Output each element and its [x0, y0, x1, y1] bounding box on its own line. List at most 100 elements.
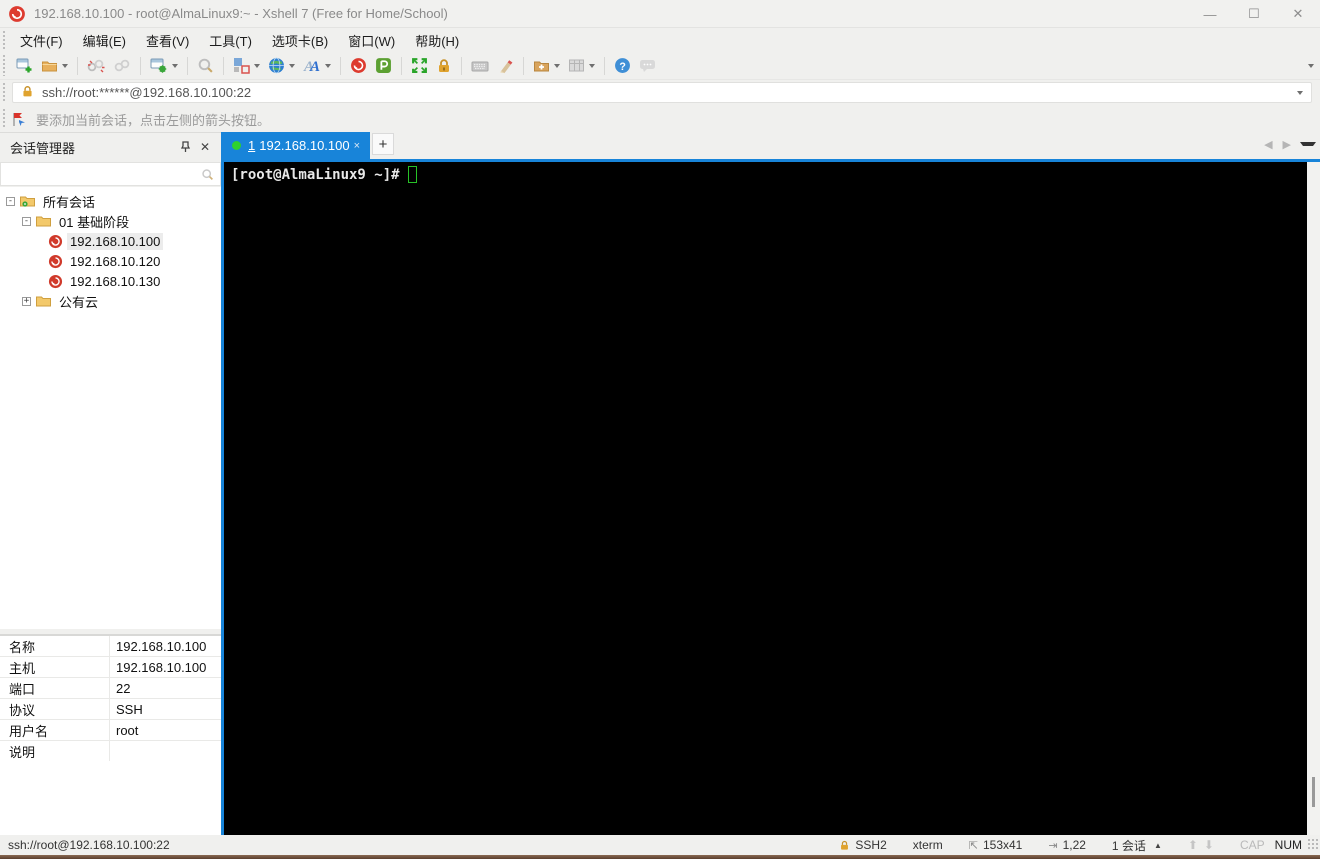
menu-tab[interactable]: 选项卡(B)	[262, 28, 338, 53]
status-protocol: SSH2	[826, 838, 899, 852]
session-tree: - 所有会话 - 01 基础阶段 192.168.10.100 192.168.…	[0, 187, 221, 629]
title-bar: 192.168.10.100 - root@AlmaLinux9:~ - Xsh…	[0, 0, 1320, 28]
collapse-icon[interactable]: -	[6, 196, 15, 206]
session-search-input[interactable]	[1, 164, 201, 184]
terminal-scrollbar[interactable]	[1307, 162, 1320, 835]
menubar-grip[interactable]	[2, 31, 6, 49]
toolbar-overflow-dropdown[interactable]	[1308, 64, 1314, 68]
scrollbar-thumb[interactable]	[1312, 777, 1315, 807]
window-resize-grip[interactable]	[1307, 838, 1319, 850]
status-bar: ssh://root@192.168.10.100:22 SSH2 xterm …	[0, 835, 1320, 855]
tree-item-folder-cloud[interactable]: + 公有云	[0, 291, 221, 311]
feedback-button[interactable]	[636, 56, 660, 76]
infobar-grip[interactable]	[2, 109, 6, 129]
menu-edit[interactable]: 编辑(E)	[73, 28, 136, 53]
xshell-button[interactable]	[347, 55, 370, 76]
lock-icon	[436, 58, 452, 74]
tab-scroll-left-icon[interactable]: ◀	[1259, 138, 1277, 151]
new-tab-folder-dropdown[interactable]	[554, 63, 560, 68]
prop-label: 说明	[0, 741, 110, 761]
new-session-button[interactable]	[13, 55, 36, 76]
menu-bar: 文件(F) 编辑(E) 查看(V) 工具(T) 选项卡(B) 窗口(W) 帮助(…	[0, 28, 1320, 52]
highlight-pen-button[interactable]	[494, 55, 517, 76]
disconnect-button[interactable]	[84, 56, 108, 76]
menu-window[interactable]: 窗口(W)	[338, 28, 405, 53]
encoding-button[interactable]	[265, 55, 298, 76]
prop-label: 名称	[0, 636, 110, 656]
layout-button[interactable]	[230, 55, 263, 76]
pin-icon[interactable]	[175, 137, 195, 157]
tree-item-all-sessions[interactable]: - 所有会话	[0, 191, 221, 211]
tree-label: 01 基础阶段	[59, 214, 130, 230]
status-terminal-type[interactable]: xterm	[900, 838, 956, 852]
addressbar-grip[interactable]	[2, 83, 6, 103]
xshell-session-icon	[48, 254, 63, 269]
help-icon: ?	[614, 57, 631, 74]
tree-label: 192.168.10.130	[70, 273, 161, 289]
tab-list-dropdown[interactable]	[1300, 142, 1316, 146]
new-tab-folder-button[interactable]	[530, 56, 563, 76]
tree-label: 所有会话	[43, 194, 96, 210]
maximize-button[interactable]: ☐	[1232, 0, 1276, 28]
toolbar-grip[interactable]	[2, 55, 6, 76]
tab-scroll-right-icon[interactable]: ▶	[1278, 138, 1296, 151]
font-dropdown[interactable]	[325, 63, 331, 68]
tab-close-icon[interactable]: ×	[352, 140, 362, 152]
encoding-dropdown[interactable]	[289, 63, 295, 68]
table-row: 名称 192.168.10.100	[0, 636, 221, 657]
help-button[interactable]: ?	[611, 55, 634, 76]
next-session-icon[interactable]: ⬇	[1204, 838, 1214, 852]
tree-item-session-120[interactable]: 192.168.10.120	[0, 251, 221, 271]
open-session-dropdown[interactable]	[62, 63, 68, 68]
session-properties-button[interactable]	[147, 55, 181, 76]
virtual-keyboard-button[interactable]	[468, 56, 492, 76]
minimize-button[interactable]: —	[1188, 0, 1232, 28]
collapse-icon[interactable]: -	[22, 216, 31, 226]
reconnect-button[interactable]	[110, 56, 134, 76]
fullscreen-button[interactable]	[408, 55, 431, 76]
session-list-toggle-icon[interactable]: ▲	[1154, 841, 1162, 850]
session-properties-dropdown[interactable]	[172, 63, 178, 68]
terminal-cursor	[407, 166, 417, 183]
tree-item-session-100[interactable]: 192.168.10.100	[0, 231, 221, 251]
address-dropdown[interactable]	[1297, 90, 1303, 95]
prop-value: SSH	[116, 701, 143, 717]
tab-arrange-button[interactable]	[565, 56, 598, 76]
terminal-screen[interactable]: [root@AlmaLinux9 ~]#	[224, 162, 1307, 835]
cursor-position-icon: ⇥	[1048, 839, 1058, 852]
fullscreen-icon	[411, 57, 428, 74]
open-session-button[interactable]	[38, 56, 71, 76]
lock-screen-button[interactable]	[433, 56, 455, 76]
address-field[interactable]: ssh://root:******@192.168.10.100:22	[12, 82, 1312, 103]
flag-arrow-icon	[12, 112, 28, 127]
find-button[interactable]	[194, 55, 217, 76]
table-row: 说明	[0, 741, 221, 762]
menu-tools[interactable]: 工具(T)	[199, 28, 262, 53]
folder-icon	[35, 214, 52, 229]
folder-gear-icon	[19, 194, 36, 209]
status-session-count[interactable]: 1 会话 ▲	[1099, 837, 1175, 854]
menu-help[interactable]: 帮助(H)	[405, 28, 469, 53]
prev-session-icon[interactable]: ⬆	[1188, 838, 1198, 852]
expand-icon[interactable]: +	[22, 296, 31, 306]
new-tab-button[interactable]: +	[372, 133, 394, 155]
menu-file[interactable]: 文件(F)	[10, 28, 73, 53]
tree-item-session-130[interactable]: 192.168.10.130	[0, 271, 221, 291]
prop-value: 192.168.10.100	[116, 638, 207, 654]
session-properties-table: 名称 192.168.10.100 主机 192.168.10.100 端口 2…	[0, 634, 221, 762]
font-button[interactable]: AA	[300, 55, 334, 76]
tree-label: 192.168.10.120	[70, 253, 161, 269]
toolbar: AA ?	[0, 52, 1320, 80]
xshell-icon	[350, 57, 367, 74]
xshell-session-icon	[48, 274, 63, 289]
session-search-box[interactable]	[0, 162, 221, 186]
menu-view[interactable]: 查看(V)	[136, 28, 199, 53]
layout-dropdown[interactable]	[254, 63, 260, 68]
tab-session-active[interactable]: 1 192.168.10.100 ×	[224, 132, 370, 159]
xftp-button[interactable]	[372, 55, 395, 76]
tab-arrange-dropdown[interactable]	[589, 63, 595, 68]
status-numlock: NUM	[1274, 838, 1302, 852]
tree-item-folder-01[interactable]: - 01 基础阶段	[0, 211, 221, 231]
close-button[interactable]: ✕	[1276, 0, 1320, 28]
panel-close-icon[interactable]: ✕	[195, 137, 215, 157]
